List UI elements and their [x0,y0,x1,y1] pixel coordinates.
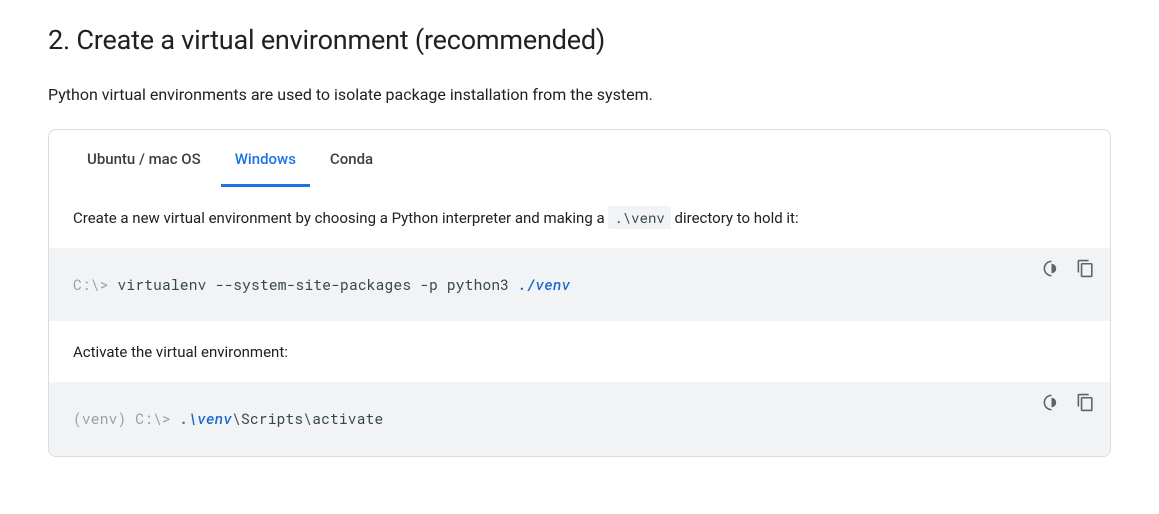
code2-prompt: (venv) C:\> [73,409,180,428]
tab-windows[interactable]: Windows [221,130,310,188]
tab-content: Create a new virtual environment by choo… [49,187,1110,456]
copy-icon[interactable] [1074,258,1096,280]
code1-arg: ./venv [518,275,570,294]
code1-prompt: C:\> [73,275,118,294]
intro-text: Python virtual environments are used to … [48,83,1111,107]
code-block-1: C:\> virtualenv --system-site-packages -… [49,248,1110,322]
copy-icon[interactable] [1074,392,1096,414]
tab-bar: Ubuntu / mac OS Windows Conda [49,130,1110,188]
tab-ubuntu-mac[interactable]: Ubuntu / mac OS [73,130,215,188]
section-heading: 2. Create a virtual environment (recomme… [48,20,1111,61]
code-block-2: (venv) C:\> .\venv\Scripts\activate [49,382,1110,456]
instruction-2: Activate the virtual environment: [49,321,1110,382]
code2-tail: \Scripts\activate [232,409,383,428]
toggle-theme-icon[interactable] [1040,258,1062,280]
instruction-1-after: directory to hold it: [675,209,799,227]
inline-code-venv-dir: .\venv [608,206,670,229]
tab-conda[interactable]: Conda [316,130,387,188]
code1-command: virtualenv --system-site-packages -p pyt… [118,275,519,294]
instruction-1: Create a new virtual environment by choo… [49,187,1110,248]
instruction-1-before: Create a new virtual environment by choo… [73,209,608,227]
code-card: Ubuntu / mac OS Windows Conda Create a n… [48,129,1111,457]
code2-arg: .\venv [180,409,232,428]
toggle-theme-icon[interactable] [1040,392,1062,414]
